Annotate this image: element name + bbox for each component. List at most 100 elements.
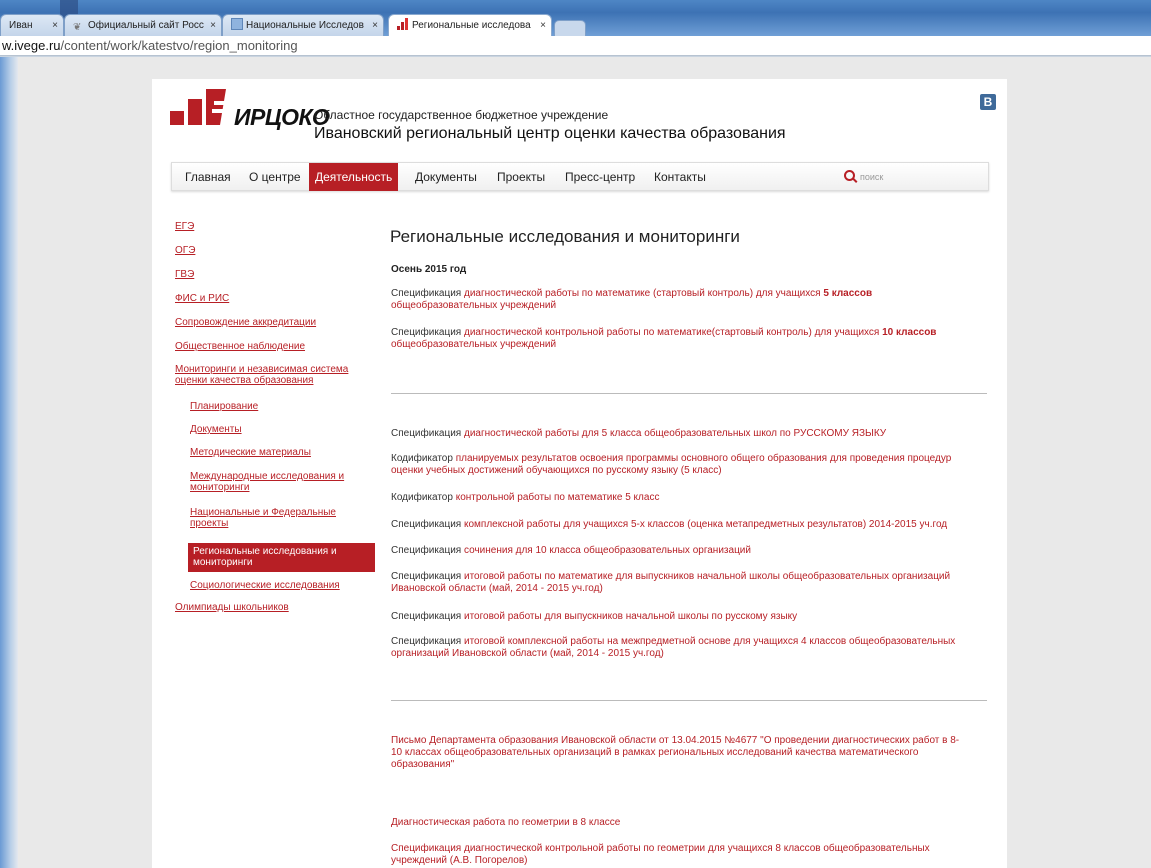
nav-item-activity[interactable]: Деятельность — [309, 163, 399, 191]
nav-item-press-center[interactable]: Пресс-центр — [565, 163, 635, 191]
org-name: Ивановский региональный центр оценки кач… — [314, 125, 786, 142]
document-link[interactable]: контрольной работы по математике 5 класс — [456, 492, 660, 503]
document-link[interactable]: диагностической контрольной работы по ма… — [464, 327, 879, 338]
document-entry: Кодификатор планируемых результатов осво… — [391, 453, 989, 477]
sidebar-subitem-methodical[interactable]: Методические материалы — [190, 447, 311, 458]
document-link-cont[interactable]: оценки учебных достижений обучающихся по… — [391, 465, 722, 476]
sidebar-item-public-observation[interactable]: Общественное наблюдение — [175, 341, 305, 352]
ircoko-favicon-icon — [397, 18, 408, 30]
tab-label: Официальный сайт Росс — [88, 20, 204, 31]
sidebar-subitem-documents[interactable]: Документы — [190, 424, 242, 435]
sidebar-item-oge[interactable]: ОГЭ — [175, 245, 195, 256]
sidebar-subitem-national[interactable]: Национальные и Федеральные проекты — [190, 507, 336, 529]
browser-tab-3[interactable]: Национальные Исследов × — [222, 14, 384, 36]
document-link-bold[interactable]: 5 классов — [823, 288, 872, 299]
letter-entry: Письмо Департамента образования Ивановск… — [391, 735, 989, 771]
document-entry: Кодификатор контрольной работы по матема… — [391, 492, 989, 504]
entry-type: Кодификатор — [391, 492, 453, 503]
document-link[interactable]: итоговой работы по математике для выпуск… — [464, 571, 950, 582]
sidebar-subitem-sociological[interactable]: Социологические исследования — [190, 580, 340, 591]
search-icon — [844, 170, 855, 181]
document-entry: Спецификация комплексной работы для учащ… — [391, 519, 989, 531]
document-entry: Спецификация диагностической работы для … — [391, 428, 989, 440]
url-host: w.ivege.ru — [2, 38, 61, 53]
document-entry: Спецификация диагностической работы по м… — [391, 288, 989, 312]
close-icon[interactable]: × — [210, 15, 216, 36]
letter-link-cont[interactable]: образования" — [391, 759, 454, 770]
nav-item-documents[interactable]: Документы — [415, 163, 477, 191]
new-tab-button[interactable] — [554, 20, 586, 37]
sidebar-item-gve[interactable]: ГВЭ — [175, 269, 194, 280]
browser-tab-1[interactable]: Иван × — [0, 14, 64, 36]
sidebar-subitem-planning[interactable]: Планирование — [190, 401, 258, 412]
main-nav: Главная О центре Деятельность Документы … — [171, 162, 989, 191]
sidebar-item-label: мониторинги — [193, 557, 253, 568]
document-link[interactable]: комплексной работы для учащихся 5-х клас… — [464, 519, 947, 530]
sidebar-item-label: Региональные исследования и — [193, 546, 337, 557]
section-heading: Осень 2015 год — [391, 264, 467, 275]
section-divider — [391, 700, 987, 701]
sidebar-item-label: Международные исследования и — [190, 471, 345, 482]
sidebar-subitem-regional-active[interactable]: Региональные исследования и мониторинги — [188, 543, 375, 572]
sidebar-item-accreditation[interactable]: Сопровождение аккредитации — [175, 317, 316, 328]
document-link[interactable]: диагностической работы для 5 класса обще… — [464, 428, 886, 439]
site-page: ИРЦОКО Областное государственное бюджетн… — [152, 79, 1007, 868]
document-link[interactable]: итоговой работы для выпускников начально… — [464, 611, 797, 622]
document-link-cont[interactable]: учреждений (А.В. Погорелов) — [391, 855, 527, 866]
browser-tab-4-active[interactable]: Региональные исследова × — [388, 14, 552, 36]
page-title: Региональные исследования и мониторинги — [390, 227, 740, 246]
section-divider — [391, 393, 987, 394]
entry-type: Спецификация — [391, 636, 462, 647]
document-entry: Спецификация диагностической контрольной… — [391, 843, 989, 867]
vk-social-icon[interactable]: В — [980, 94, 996, 110]
nav-item-projects[interactable]: Проекты — [497, 163, 545, 191]
entry-type: Спецификация — [391, 428, 462, 439]
document-link-cont[interactable]: общеобразовательных учреждений — [391, 339, 556, 350]
entry-type[interactable]: Спецификация — [391, 843, 461, 854]
close-icon[interactable]: × — [52, 15, 58, 36]
close-icon[interactable]: × — [372, 15, 378, 36]
document-icon — [231, 18, 243, 30]
document-link-cont[interactable]: общеобразовательных учреждений — [391, 300, 556, 311]
document-link[interactable]: диагностической работы по математике (ст… — [464, 288, 821, 299]
url-path: /content/work/katestvo/region_monitoring — [60, 38, 298, 53]
sidebar-item-monitoring[interactable]: Мониторинги и независимая система оценки … — [175, 364, 348, 386]
document-entry: Спецификация итоговой работы для выпускн… — [391, 611, 989, 623]
search-box[interactable]: поиск — [844, 163, 883, 191]
close-icon[interactable]: × — [540, 15, 546, 36]
document-link-bold[interactable]: 10 классов — [882, 327, 936, 338]
document-link[interactable]: диагностической контрольной работы по ге… — [464, 843, 930, 854]
entry-type: Спецификация — [391, 519, 462, 530]
sidebar-item-olympiads[interactable]: Олимпиады школьников — [175, 602, 289, 613]
tab-label: Национальные Исследов — [246, 20, 364, 31]
entry-type: Спецификация — [391, 545, 462, 556]
nav-item-home[interactable]: Главная — [185, 163, 231, 191]
sidebar-subitem-international[interactable]: Международные исследования и мониторинги — [190, 471, 344, 493]
sidebar-item-label: мониторинги — [190, 482, 250, 493]
nav-item-about[interactable]: О центре — [249, 163, 301, 191]
sidebar-item-label: проекты — [190, 518, 229, 529]
sidebar-item-label: Национальные и Федеральные — [190, 507, 336, 518]
geometry-title: Диагностическая работа по геометрии в 8 … — [391, 817, 989, 829]
org-type: Областное государственное бюджетное учре… — [314, 108, 609, 122]
search-placeholder: поиск — [860, 172, 884, 182]
letter-link[interactable]: Письмо Департамента образования Ивановск… — [391, 735, 959, 746]
document-entry: Спецификация итоговой комплексной работы… — [391, 636, 989, 660]
geometry-link[interactable]: Диагностическая работа по геометрии в 8 … — [391, 817, 620, 828]
entry-type: Кодификатор — [391, 453, 453, 464]
document-link[interactable]: планируемых результатов освоения програм… — [456, 453, 952, 464]
document-link-cont[interactable]: организаций Ивановской области (май, 201… — [391, 648, 664, 659]
address-bar[interactable]: w.ivege.ru/content/work/katestvo/region_… — [0, 36, 1151, 56]
desktop-edge-decoration — [0, 57, 18, 868]
document-link-cont[interactable]: Ивановской области (май, 2014 - 2015 уч.… — [391, 583, 603, 594]
document-link[interactable]: итоговой комплексной работы на межпредме… — [464, 636, 955, 647]
nav-item-contacts[interactable]: Контакты — [654, 163, 706, 191]
browser-tab-2[interactable]: ❦ Официальный сайт Росс × — [64, 14, 222, 36]
ircoko-logo-icon[interactable] — [170, 89, 230, 125]
document-entry: Спецификация диагностической контрольной… — [391, 327, 989, 351]
letter-link-cont[interactable]: 10 классах общеобразовательных организац… — [391, 747, 918, 758]
sidebar-item-label: оценки качества образования — [175, 375, 314, 386]
document-link[interactable]: сочинения для 10 класса общеобразователь… — [464, 545, 751, 556]
sidebar-item-fis-ris[interactable]: ФИС и РИС — [175, 293, 229, 304]
sidebar-item-ege[interactable]: ЕГЭ — [175, 221, 194, 232]
